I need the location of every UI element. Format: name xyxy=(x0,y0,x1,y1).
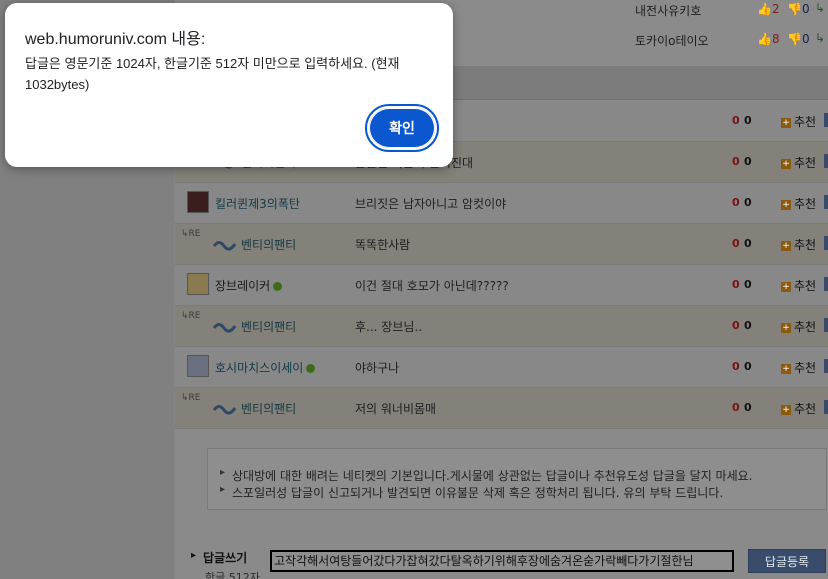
comment-author[interactable]: 벤티의팬티 xyxy=(241,400,296,417)
comment-row: ↳RE 벤티의팬티 똑똑한사람 0 0 + 추천 xyxy=(175,224,828,265)
plus-icon: + xyxy=(781,240,791,251)
reply-mark: ↳RE xyxy=(181,229,201,239)
plus-icon: + xyxy=(781,363,791,374)
plus-icon: + xyxy=(781,322,791,333)
recommend-button[interactable]: + 추천 xyxy=(781,236,816,253)
submit-reply-button[interactable]: 답글등록 xyxy=(748,549,826,573)
downvote-count: 0 xyxy=(744,155,752,168)
avatar[interactable] xyxy=(187,355,209,377)
row-action-edge[interactable] xyxy=(824,400,828,414)
recommend-button[interactable]: + 추천 xyxy=(781,359,816,376)
alert-message: 답글은 영문기준 1024자, 한글기준 512자 미만으로 입력하세요. (현… xyxy=(25,56,400,92)
top-row-name[interactable]: 내전사유키호 xyxy=(635,2,701,19)
upvote-count: 0 xyxy=(732,196,740,209)
upvote-count: 0 xyxy=(732,278,740,291)
downvote-count: 0 xyxy=(744,401,752,414)
plus-icon: + xyxy=(781,158,791,169)
level-badge-icon xyxy=(306,364,316,373)
recommend-button[interactable]: + 추천 xyxy=(781,154,816,171)
comment-row: 호시마치스이세이 야하구나 0 0 + 추천 xyxy=(175,347,828,388)
level-badge-icon xyxy=(273,282,283,291)
comment-row: ↳RE 벤티의팬티 후... 장브님.. 0 0 + 추천 xyxy=(175,306,828,347)
recommend-button[interactable]: + 추천 xyxy=(781,113,816,130)
comment-author[interactable]: 킬러퀸제3의폭탄 xyxy=(215,195,300,212)
reply-input[interactable]: 고작각해서여탕들어갔다가잡혀갔다탈옥하기위해후장에숨겨온숟가락빼다가기절한님 xyxy=(270,550,734,572)
upvote-count: 0 xyxy=(732,237,740,250)
confirm-button[interactable]: 확인 xyxy=(365,104,439,152)
plus-icon: + xyxy=(781,404,791,415)
reply-form-label: 답글쓰기 xyxy=(191,549,247,566)
upvote-count: 0 xyxy=(732,114,740,127)
comment-author[interactable]: 벤티의팬티 xyxy=(241,236,296,253)
comment-text: 야하구나 xyxy=(355,361,400,375)
row-action-edge[interactable] xyxy=(824,154,828,168)
downvote-count: 0 xyxy=(744,360,752,373)
reply-form: 답글쓰기 한글 512자 고작각해서여탕들어갔다가잡혀갔다탈옥하기위해후장에숨겨… xyxy=(175,536,828,579)
thumbs-up-count[interactable]: 👍8 xyxy=(757,32,780,46)
top-row-name[interactable]: 토카이o테이오 xyxy=(635,32,709,49)
recommend-button[interactable]: + 추천 xyxy=(781,195,816,212)
row-action-edge[interactable] xyxy=(824,236,828,250)
notice-item: 스포일러성 답글이 신고되거나 발견되면 이유불문 삭제 혹은 정학처리 됩니다… xyxy=(220,484,723,501)
notice-item: 상대방에 대한 배려는 네티켓의 기본입니다.게시물에 상관없는 답글이나 추천… xyxy=(220,467,752,484)
plus-icon: + xyxy=(781,117,791,128)
downvote-count: 0 xyxy=(744,319,752,332)
comment-row: 킬러퀸제3의폭탄 브리짓은 남자아니고 암컷이야 0 0 + 추천 xyxy=(175,183,828,224)
row-action-edge[interactable] xyxy=(824,113,828,127)
thumbs-down-count[interactable]: 👎0 xyxy=(787,32,810,46)
upvote-count: 0 xyxy=(732,360,740,373)
recommend-button[interactable]: + 추천 xyxy=(781,318,816,335)
alert-dialog: web.humoruniv.com 내용: 답글은 영문기준 1024자, 한글… xyxy=(5,3,453,167)
comment-text: 후... 장브님.. xyxy=(355,320,423,334)
upvote-count: 0 xyxy=(732,319,740,332)
avatar[interactable] xyxy=(187,273,209,295)
downvote-count: 0 xyxy=(744,237,752,250)
comment-notice: 상대방에 대한 배려는 네티켓의 기본입니다.게시물에 상관없는 답글이나 추천… xyxy=(207,448,827,510)
row-action-edge[interactable] xyxy=(824,195,828,209)
row-action-edge[interactable] xyxy=(824,359,828,373)
recommend-button[interactable]: + 추천 xyxy=(781,277,816,294)
reply-mark: ↳RE xyxy=(181,311,201,321)
share-icon[interactable]: ↳ xyxy=(815,31,825,45)
avatar[interactable] xyxy=(187,191,209,213)
comment-author[interactable]: 장브레이커 xyxy=(215,277,283,294)
comment-text: 저의 워너비몸매 xyxy=(355,402,437,416)
comment-text: 이건 절대 호모가 아닌데????? xyxy=(355,279,509,293)
downvote-count: 0 xyxy=(744,196,752,209)
upvote-count: 0 xyxy=(732,401,740,414)
downvote-count: 0 xyxy=(744,278,752,291)
reply-ribbon-icon xyxy=(213,323,237,333)
alert-title: web.humoruniv.com 내용: xyxy=(25,31,206,48)
reply-ribbon-icon xyxy=(213,241,237,251)
row-action-edge[interactable] xyxy=(824,277,828,291)
thumbs-up-count[interactable]: 👍2 xyxy=(757,2,780,16)
reply-ribbon-icon xyxy=(213,405,237,415)
plus-icon: + xyxy=(781,281,791,292)
thumbs-down-count[interactable]: 👎0 xyxy=(787,2,810,16)
recommend-button[interactable]: + 추천 xyxy=(781,400,816,417)
comment-text: 브리짓은 남자아니고 암컷이야 xyxy=(355,197,507,211)
plus-icon: + xyxy=(781,199,791,210)
comment-row: ↳RE 벤티의팬티 저의 워너비몸매 0 0 + 추천 xyxy=(175,388,828,429)
reply-length-hint: 한글 512자 xyxy=(205,571,260,579)
downvote-count: 0 xyxy=(744,114,752,127)
comment-author[interactable]: 벤티의팬티 xyxy=(241,318,296,335)
comment-text: 똑똑한사람 xyxy=(355,238,411,252)
upvote-count: 0 xyxy=(732,155,740,168)
comment-author[interactable]: 호시마치스이세이 xyxy=(215,359,316,376)
reply-mark: ↳RE xyxy=(181,393,201,403)
comment-row: 장브레이커 이건 절대 호모가 아닌데????? 0 0 + 추천 xyxy=(175,265,828,306)
row-action-edge[interactable] xyxy=(824,318,828,332)
share-icon[interactable]: ↳ xyxy=(815,1,825,15)
